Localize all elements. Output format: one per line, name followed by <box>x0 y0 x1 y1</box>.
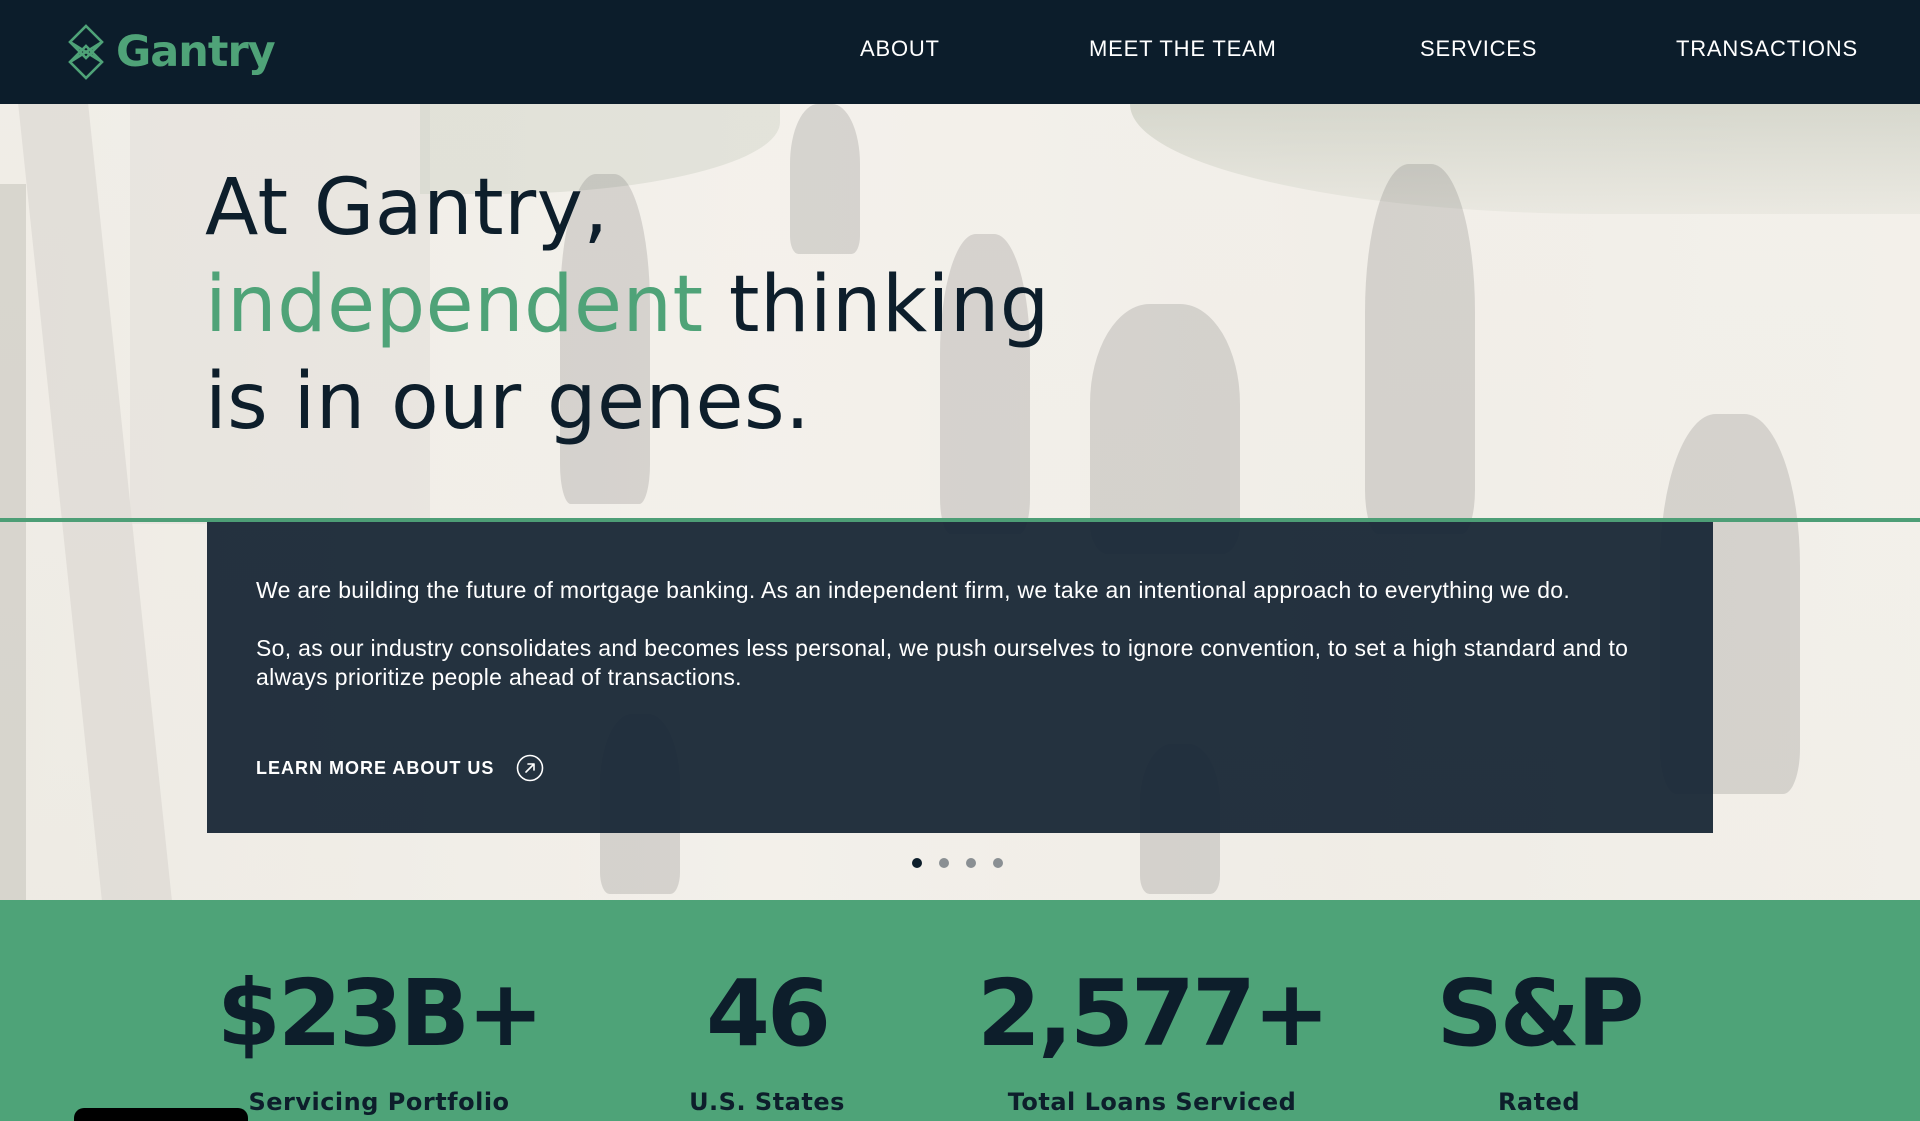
site-header: Gantry ABOUT MEET THE TEAM SERVICES TRAN… <box>0 0 1920 104</box>
about-paragraph-2: So, as our industry consolidates and bec… <box>256 635 1629 690</box>
carousel-dot-1[interactable] <box>912 858 922 868</box>
nav-meet-the-team[interactable]: MEET THE TEAM <box>1089 36 1277 62</box>
headline-line-2-rest: thinking <box>703 260 1050 350</box>
hero-section: At Gantry, independent thinking is in ou… <box>0 104 1920 900</box>
stat-label: Servicing Portfolio <box>248 1088 510 1116</box>
nav-services[interactable]: SERVICES <box>1420 36 1537 62</box>
stat-value: $23B+ <box>216 960 544 1067</box>
about-card: We are building the future of mortgage b… <box>207 522 1713 833</box>
stat-label: Rated <box>1497 1088 1581 1116</box>
hero-photo-person <box>1090 304 1240 554</box>
about-paragraph-1: We are building the future of mortgage b… <box>256 577 1571 603</box>
carousel-dot-4[interactable] <box>993 858 1003 868</box>
hero-photo-column <box>0 184 26 900</box>
stat-value: 2,577+ <box>976 960 1330 1067</box>
learn-more-label: LEARN MORE ABOUT US <box>256 757 495 778</box>
main-nav: ABOUT MEET THE TEAM SERVICES TRANSACTION… <box>0 36 1920 68</box>
hero-photo-person <box>1365 164 1475 534</box>
nav-about[interactable]: ABOUT <box>860 36 940 62</box>
carousel-dot-3[interactable] <box>966 858 976 868</box>
stat-label: U.S. States <box>689 1088 845 1116</box>
carousel-dots <box>912 858 1003 868</box>
nav-transactions[interactable]: TRANSACTIONS <box>1676 36 1858 62</box>
hero-photo-pillar <box>18 104 172 900</box>
stat-value: 46 <box>705 960 831 1067</box>
learn-more-button[interactable]: LEARN MORE ABOUT US <box>256 754 544 782</box>
circle-arrow-icon <box>517 754 544 782</box>
headline-accent-word: independent <box>205 260 704 350</box>
carousel-dot-2[interactable] <box>939 858 949 868</box>
stat-label: Total Loans Serviced <box>1007 1088 1297 1116</box>
headline-line-1: At Gantry, <box>205 163 609 253</box>
stat-value: S&P <box>1436 960 1645 1067</box>
stats-section: $23B+ Servicing Portfolio 46 U.S. States… <box>0 900 1920 1121</box>
hero-headline: At Gantry, independent thinking is in ou… <box>205 160 1050 451</box>
chat-widget-tab[interactable] <box>74 1108 248 1121</box>
hero-photo-hedge <box>1130 104 1920 214</box>
headline-line-2: independent thinking <box>205 257 1050 354</box>
headline-line-3: is in our genes. <box>205 357 811 447</box>
